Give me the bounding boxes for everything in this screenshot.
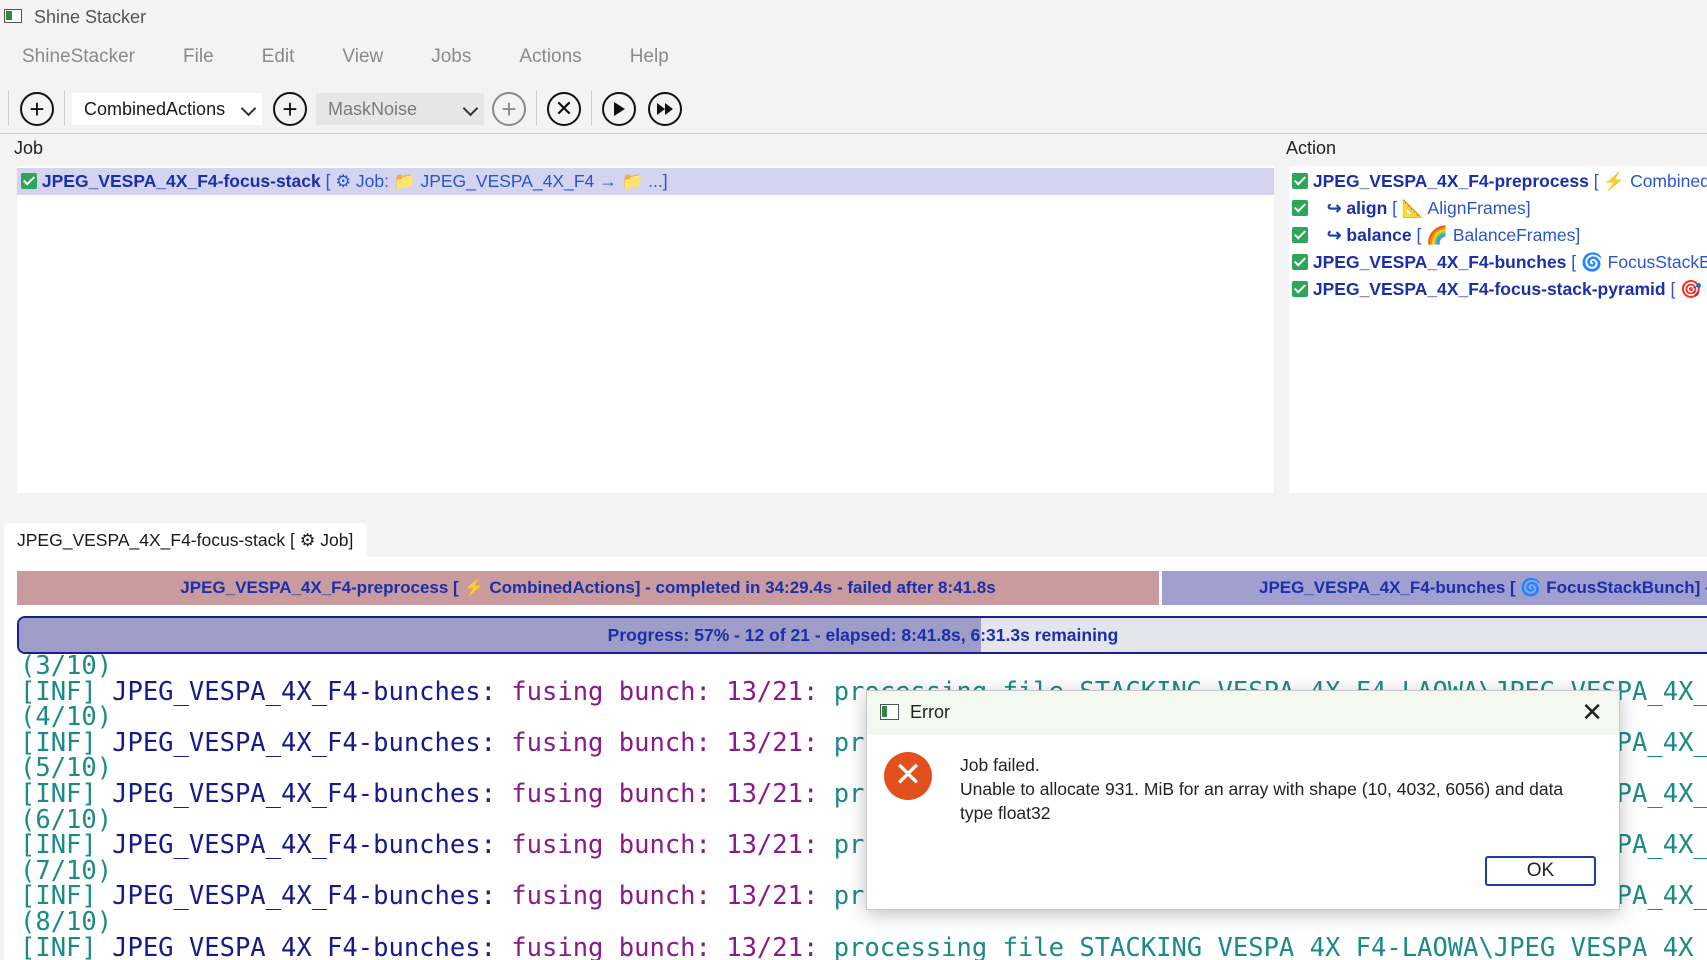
sub-action-detail: [ 📐 AlignFrames]: [1392, 198, 1531, 218]
action-item[interactable]: JPEG_VESPA_4X_F4-focus-stack-pyramid [ 🎯…: [1292, 279, 1707, 300]
menu-file[interactable]: File: [183, 40, 214, 76]
chevron-down-icon: [240, 100, 257, 117]
status-bar-preprocess: JPEG_VESPA_4X_F4-preprocess [ ⚡ Combined…: [17, 571, 1159, 605]
log-line: [INF] JPEG_VESPA_4X_F4-bunches: fusing b…: [20, 932, 1707, 960]
menu-edit[interactable]: Edit: [262, 40, 295, 76]
sub-action-type-value: MaskNoise: [328, 98, 418, 119]
title-bar: Shine Stacker: [0, 0, 1707, 34]
checkbox-checked-icon[interactable]: [21, 173, 37, 189]
menu-jobs[interactable]: Jobs: [431, 40, 471, 76]
run-all-jobs-button[interactable]: [648, 92, 682, 126]
checkbox-checked-icon[interactable]: [1292, 173, 1308, 189]
checkbox-checked-icon[interactable]: [1292, 254, 1308, 270]
dialog-heading: Job failed.: [960, 755, 1040, 775]
log-phase: fusing bunch: 13/21:: [511, 676, 819, 707]
action-detail: [ 🎯 F: [1670, 279, 1707, 299]
dialog-title: Error: [910, 702, 950, 722]
sub-action-item[interactable]: ↪ balance [ 🌈 BalanceFrames]: [1292, 225, 1580, 246]
chevron-down-icon: [462, 100, 479, 117]
add-sub-action-button[interactable]: +: [492, 92, 526, 126]
action-type-select[interactable]: CombinedActions: [72, 93, 262, 125]
toolbar-separator: [64, 90, 65, 126]
log-name: JPEG_VESPA_4X_F4-bunches:: [112, 932, 496, 960]
checkbox-checked-icon[interactable]: [1292, 200, 1308, 216]
checkbox-checked-icon[interactable]: [1292, 227, 1308, 243]
action-name: JPEG_VESPA_4X_F4-preprocess: [1312, 171, 1589, 191]
error-dialog: Error ✕ ✕ Job failed. Unable to allocate…: [866, 690, 1620, 910]
action-item[interactable]: JPEG_VESPA_4X_F4-bunches [ 🌀 FocusStackB…: [1292, 252, 1707, 273]
log-phase: fusing bunch: 13/21:: [511, 778, 819, 809]
log-phase: fusing bunch: 13/21:: [511, 881, 819, 912]
log-phase: fusing bunch: 13/21:: [511, 830, 819, 861]
sub-action-name: balance: [1346, 225, 1412, 245]
app-icon: [880, 704, 899, 720]
job-name: JPEG_VESPA_4X_F4-focus-stack: [41, 171, 321, 191]
log-file: processing file STACKING_VESPA_4X_F4-LAO…: [833, 932, 1707, 960]
action-detail: [ 🌀 FocusStackBun: [1571, 252, 1707, 272]
sub-action-type-select[interactable]: MaskNoise: [316, 93, 484, 125]
close-icon: ✕: [554, 96, 574, 121]
plus-icon: +: [501, 94, 517, 124]
toolbar-separator: [536, 90, 537, 126]
log-phase: fusing bunch: 13/21:: [511, 932, 819, 960]
dialog-title-bar: Error ✕: [867, 691, 1619, 735]
sub-action-arrow-icon: ↪: [1326, 198, 1342, 218]
menu-help[interactable]: Help: [630, 40, 669, 76]
progress-bar: Progress: 57% - 12 of 21 - elapsed: 8:41…: [17, 616, 1707, 654]
menu-view[interactable]: View: [342, 40, 383, 76]
action-name: JPEG_VESPA_4X_F4-bunches: [1312, 252, 1567, 272]
log-name: JPEG_VESPA_4X_F4-bunches:: [112, 727, 496, 758]
job-detail: [ ⚙ Job: 📁 JPEG_VESPA_4X_F4 → 📁 ...]: [325, 171, 668, 191]
menu-bar: ShineStacker File Edit View Jobs Actions…: [0, 40, 695, 76]
log-name: JPEG_VESPA_4X_F4-bunches:: [112, 778, 496, 809]
action-name: JPEG_VESPA_4X_F4-focus-stack-pyramid: [1312, 279, 1666, 299]
job-panel-header: Job: [14, 138, 44, 158]
log-level: [INF]: [20, 932, 97, 960]
add-job-button[interactable]: +: [20, 92, 54, 126]
delete-button[interactable]: ✕: [547, 92, 581, 126]
plus-icon: +: [282, 94, 298, 124]
sub-action-name: align: [1346, 198, 1388, 218]
action-list: JPEG_VESPA_4X_F4-preprocess [ ⚡ Combined…: [1289, 166, 1707, 493]
status-bar-bunches: JPEG_VESPA_4X_F4-bunches [ 🌀 FocusStackB…: [1162, 571, 1707, 605]
fast-forward-icon: [657, 103, 673, 115]
plus-icon: +: [29, 94, 45, 124]
job-item[interactable]: JPEG_VESPA_4X_F4-focus-stack [ ⚙ Job: 📁 …: [21, 171, 668, 192]
checkbox-checked-icon[interactable]: [1292, 281, 1308, 297]
toolbar-divider: [0, 133, 1707, 134]
menu-shinestacker[interactable]: ShineStacker: [22, 40, 135, 76]
log-name: JPEG_VESPA_4X_F4-bunches:: [112, 676, 496, 707]
play-icon: [614, 102, 625, 116]
action-item[interactable]: JPEG_VESPA_4X_F4-preprocess [ ⚡ Combined…: [1292, 171, 1707, 192]
sub-action-detail: [ 🌈 BalanceFrames]: [1416, 225, 1581, 245]
tab-run-job[interactable]: JPEG_VESPA_4X_F4-focus-stack [ ⚙ Job]: [4, 523, 368, 557]
toolbar-separator: [8, 90, 9, 126]
progress-text: Progress: 57% - 12 of 21 - elapsed: 8:41…: [607, 625, 1119, 645]
window-title: Shine Stacker: [34, 7, 147, 27]
toolbar: + CombinedActions + MaskNoise + ✕: [0, 84, 1707, 134]
log-name: JPEG_VESPA_4X_F4-bunches:: [112, 830, 496, 861]
toolbar-separator: [591, 90, 592, 126]
app-icon: [4, 9, 22, 23]
dialog-detail: Unable to allocate 931. MiB for an array…: [960, 779, 1564, 823]
close-icon[interactable]: ✕: [1581, 699, 1603, 725]
log-phase: fusing bunch: 13/21:: [511, 727, 819, 758]
sub-action-arrow-icon: ↪: [1326, 225, 1342, 245]
sub-action-item[interactable]: ↪ align [ 📐 AlignFrames]: [1292, 198, 1531, 219]
error-icon: ✕: [884, 752, 932, 800]
log-name: JPEG_VESPA_4X_F4-bunches:: [112, 881, 496, 912]
job-list: JPEG_VESPA_4X_F4-focus-stack [ ⚙ Job: 📁 …: [17, 166, 1274, 493]
add-action-button[interactable]: +: [273, 92, 307, 126]
ok-button[interactable]: OK: [1485, 856, 1596, 886]
dialog-message: Job failed. Unable to allocate 931. MiB …: [960, 753, 1580, 825]
run-job-button[interactable]: [602, 92, 636, 126]
action-panel-header: Action: [1286, 138, 1337, 158]
action-detail: [ ⚡ CombinedA: [1593, 171, 1707, 191]
menu-actions[interactable]: Actions: [519, 40, 581, 76]
action-type-value: CombinedActions: [84, 98, 226, 119]
